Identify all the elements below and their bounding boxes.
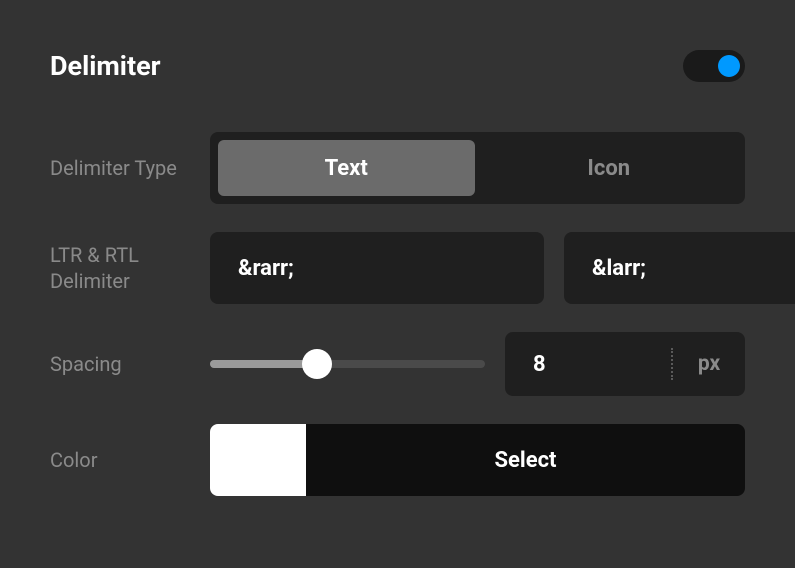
- color-select-button[interactable]: Select: [306, 424, 745, 496]
- segment-text[interactable]: Text: [218, 140, 475, 196]
- ltr-delimiter-input[interactable]: [210, 232, 544, 304]
- toggle-knob: [718, 55, 740, 77]
- section-title: Delimiter: [50, 50, 161, 82]
- delimiter-type-segmented: Text Icon: [210, 132, 745, 204]
- delimiter-toggle[interactable]: [683, 50, 745, 82]
- color-swatch[interactable]: [210, 424, 306, 496]
- segment-icon[interactable]: Icon: [481, 140, 738, 196]
- spacing-slider[interactable]: [210, 348, 485, 380]
- slider-thumb[interactable]: [302, 349, 332, 379]
- spacing-label: Spacing: [50, 351, 210, 377]
- ltr-rtl-label: LTR & RTL Delimiter: [50, 242, 210, 294]
- spacing-number-input[interactable]: 8 px: [505, 332, 745, 396]
- spacing-unit[interactable]: px: [673, 352, 745, 376]
- spacing-value: 8: [505, 352, 671, 377]
- color-label: Color: [50, 447, 210, 473]
- delimiter-type-label: Delimiter Type: [50, 155, 210, 181]
- rtl-delimiter-input[interactable]: [564, 232, 795, 304]
